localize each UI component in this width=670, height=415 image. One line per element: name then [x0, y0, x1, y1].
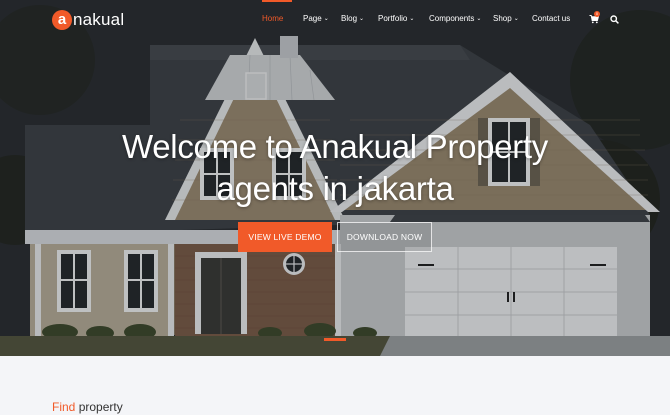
top-navbar: a nakual Home Page ⌄ Blog ⌄ Portfolio ⌄ Com…: [0, 0, 670, 42]
section-title-accent: Find: [52, 400, 76, 414]
slider-pagination: [0, 338, 670, 341]
find-property-section: Find property: [0, 356, 670, 415]
logo-text: nakual: [73, 10, 125, 29]
chevron-down-icon: ⌄: [476, 16, 482, 22]
hero-headline: Welcome to Anakual Property agents in ja…: [0, 126, 670, 210]
nav-item-label: Page: [303, 14, 322, 23]
nav-item-label: Components: [429, 14, 475, 23]
slider-dot-active[interactable]: [324, 338, 346, 341]
view-live-demo-button[interactable]: VIEW LIVE DEMO: [238, 222, 332, 252]
cart-count-badge: 0: [594, 11, 600, 17]
nav-item-shop[interactable]: Shop ⌄: [493, 14, 519, 23]
download-now-button[interactable]: DOWNLOAD NOW: [337, 222, 432, 252]
section-title-rest: property: [78, 400, 123, 414]
hero-headline-line-2: agents in jakarta: [216, 170, 454, 207]
nav-item-blog[interactable]: Blog ⌄: [341, 14, 364, 23]
nav-item-label: Home: [262, 14, 284, 23]
hero-headline-line-1: Welcome to Anakual Property: [121, 128, 548, 165]
nav-active-indicator: [262, 0, 292, 2]
nav-item-label: Shop: [493, 14, 512, 23]
nav-item-label: Portfolio: [378, 14, 408, 23]
nav-item-page[interactable]: Page ⌄: [303, 14, 329, 23]
nav-item-label: Blog: [341, 14, 358, 23]
search-icon[interactable]: [610, 15, 619, 24]
chevron-down-icon: ⌄: [513, 16, 519, 22]
chevron-down-icon: ⌄: [323, 16, 329, 22]
logo-mark: a: [52, 10, 72, 30]
nav-item-home[interactable]: Home: [262, 14, 283, 23]
chevron-down-icon: ⌄: [409, 16, 415, 22]
section-title: Find property: [52, 400, 123, 414]
chevron-down-icon: ⌄: [359, 16, 365, 22]
nav-item-components[interactable]: Components ⌄: [429, 14, 481, 23]
nav-item-label: Contact us: [532, 14, 571, 23]
nav-item-portfolio[interactable]: Portfolio ⌄: [378, 14, 414, 23]
nav-item-contact[interactable]: Contact us: [532, 14, 570, 23]
site-logo[interactable]: a nakual: [52, 9, 124, 31]
